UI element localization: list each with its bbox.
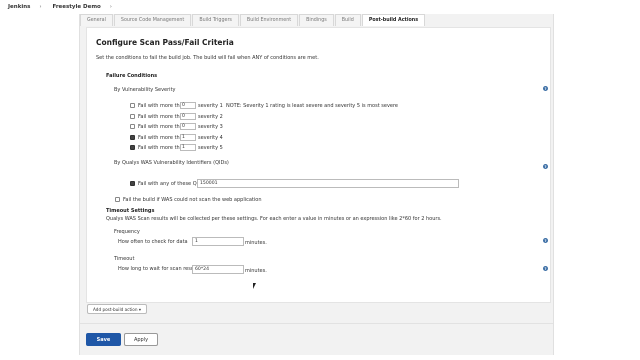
severity-5-label: Fail with more than bbox=[138, 145, 186, 151]
timeout-unit: minutes. bbox=[245, 268, 267, 274]
severity-2-name: severity 2 bbox=[198, 114, 223, 120]
tab-general[interactable]: General bbox=[80, 14, 113, 26]
severity-1-label: Fail with more than bbox=[138, 103, 186, 109]
fail-if-not-scan-checkbox[interactable] bbox=[115, 197, 120, 202]
section-description: Set the conditions to fail the build job… bbox=[96, 55, 319, 61]
severity-5-checkbox[interactable] bbox=[130, 145, 135, 150]
tab-post-build-actions[interactable]: Post-build Actions bbox=[361, 14, 426, 26]
frequency-unit: minutes. bbox=[245, 240, 267, 246]
help-icon[interactable]: ? bbox=[543, 86, 548, 91]
severity-1-name: severity 1 bbox=[198, 103, 223, 109]
timeout-settings-description: Qualys WAS Scan results will be collecte… bbox=[106, 216, 442, 222]
frequency-title: Frequency bbox=[114, 229, 140, 235]
timeout-settings-title: Timeout Settings bbox=[106, 208, 155, 214]
failure-conditions-label: Failure Conditions bbox=[106, 73, 158, 79]
severity-4-checkbox[interactable] bbox=[130, 135, 135, 140]
frequency-label: How often to check for data bbox=[118, 239, 188, 245]
add-post-build-action-button[interactable]: Add post-build action ▾ bbox=[87, 304, 147, 314]
qid-checkbox[interactable] bbox=[130, 181, 135, 186]
by-qid-label: By Qualys WAS Vulnerability Identifiers … bbox=[114, 160, 229, 166]
severity-4-label: Fail with more than bbox=[138, 135, 186, 141]
severity-4-input[interactable]: 1 bbox=[180, 134, 196, 141]
apply-button[interactable]: Apply bbox=[124, 333, 158, 346]
help-icon[interactable]: ? bbox=[543, 266, 548, 271]
timeout-title: Timeout bbox=[114, 256, 135, 262]
tab-bindings[interactable]: Bindings bbox=[299, 14, 334, 26]
severity-5-input[interactable]: 1 bbox=[180, 144, 196, 151]
severity-note: NOTE: Severity 1 rating is least severe … bbox=[226, 103, 399, 109]
help-icon[interactable]: ? bbox=[543, 238, 548, 243]
severity-5-name: severity 5 bbox=[198, 145, 223, 151]
qualys-was-panel: Configure Scan Pass/Fail Criteria Set th… bbox=[86, 27, 551, 303]
breadcrumb-separator-icon: › bbox=[109, 4, 112, 10]
severity-3-checkbox[interactable] bbox=[130, 124, 135, 129]
severity-2-input[interactable]: 0 bbox=[180, 113, 196, 120]
severity-2-checkbox[interactable] bbox=[130, 114, 135, 119]
by-severity-label: By Vulnerability Severity bbox=[114, 87, 176, 93]
tab-build[interactable]: Build bbox=[334, 14, 361, 26]
help-icon[interactable]: ? bbox=[543, 164, 548, 169]
section-title: Configure Scan Pass/Fail Criteria bbox=[96, 38, 234, 47]
severity-1-checkbox[interactable] bbox=[130, 103, 135, 108]
footer-divider bbox=[80, 323, 553, 324]
config-tabs: General Source Code Management Build Tri… bbox=[80, 14, 426, 26]
severity-3-name: severity 3 bbox=[198, 124, 223, 130]
mouse-cursor-icon bbox=[253, 283, 256, 289]
severity-4-name: severity 4 bbox=[198, 135, 223, 141]
breadcrumb-separator-icon: › bbox=[39, 4, 42, 10]
breadcrumb-job[interactable]: Freestyle Demo bbox=[52, 4, 100, 10]
save-button[interactable]: Save bbox=[86, 333, 121, 346]
severity-3-input[interactable]: 0 bbox=[180, 123, 196, 130]
tab-source-code-management[interactable]: Source Code Management bbox=[113, 14, 192, 26]
top-bar: Jenkins › Freestyle Demo › bbox=[0, 0, 640, 14]
severity-3-label: Fail with more than bbox=[138, 124, 186, 130]
tab-build-triggers[interactable]: Build Triggers bbox=[192, 14, 239, 26]
severity-1-input[interactable]: 0 bbox=[180, 102, 196, 109]
timeout-input[interactable]: 60*24 bbox=[192, 265, 244, 274]
timeout-label: How long to wait for scan results bbox=[118, 266, 200, 272]
frequency-input[interactable]: 1 bbox=[192, 237, 244, 246]
breadcrumb-jenkins[interactable]: Jenkins bbox=[8, 4, 30, 10]
qid-input[interactable]: 150001 bbox=[197, 179, 459, 188]
fail-if-not-scan-label: Fail the build if WAS could not scan the… bbox=[123, 197, 262, 203]
tab-build-environment[interactable]: Build Environment bbox=[239, 14, 299, 26]
severity-2-label: Fail with more than bbox=[138, 114, 186, 120]
